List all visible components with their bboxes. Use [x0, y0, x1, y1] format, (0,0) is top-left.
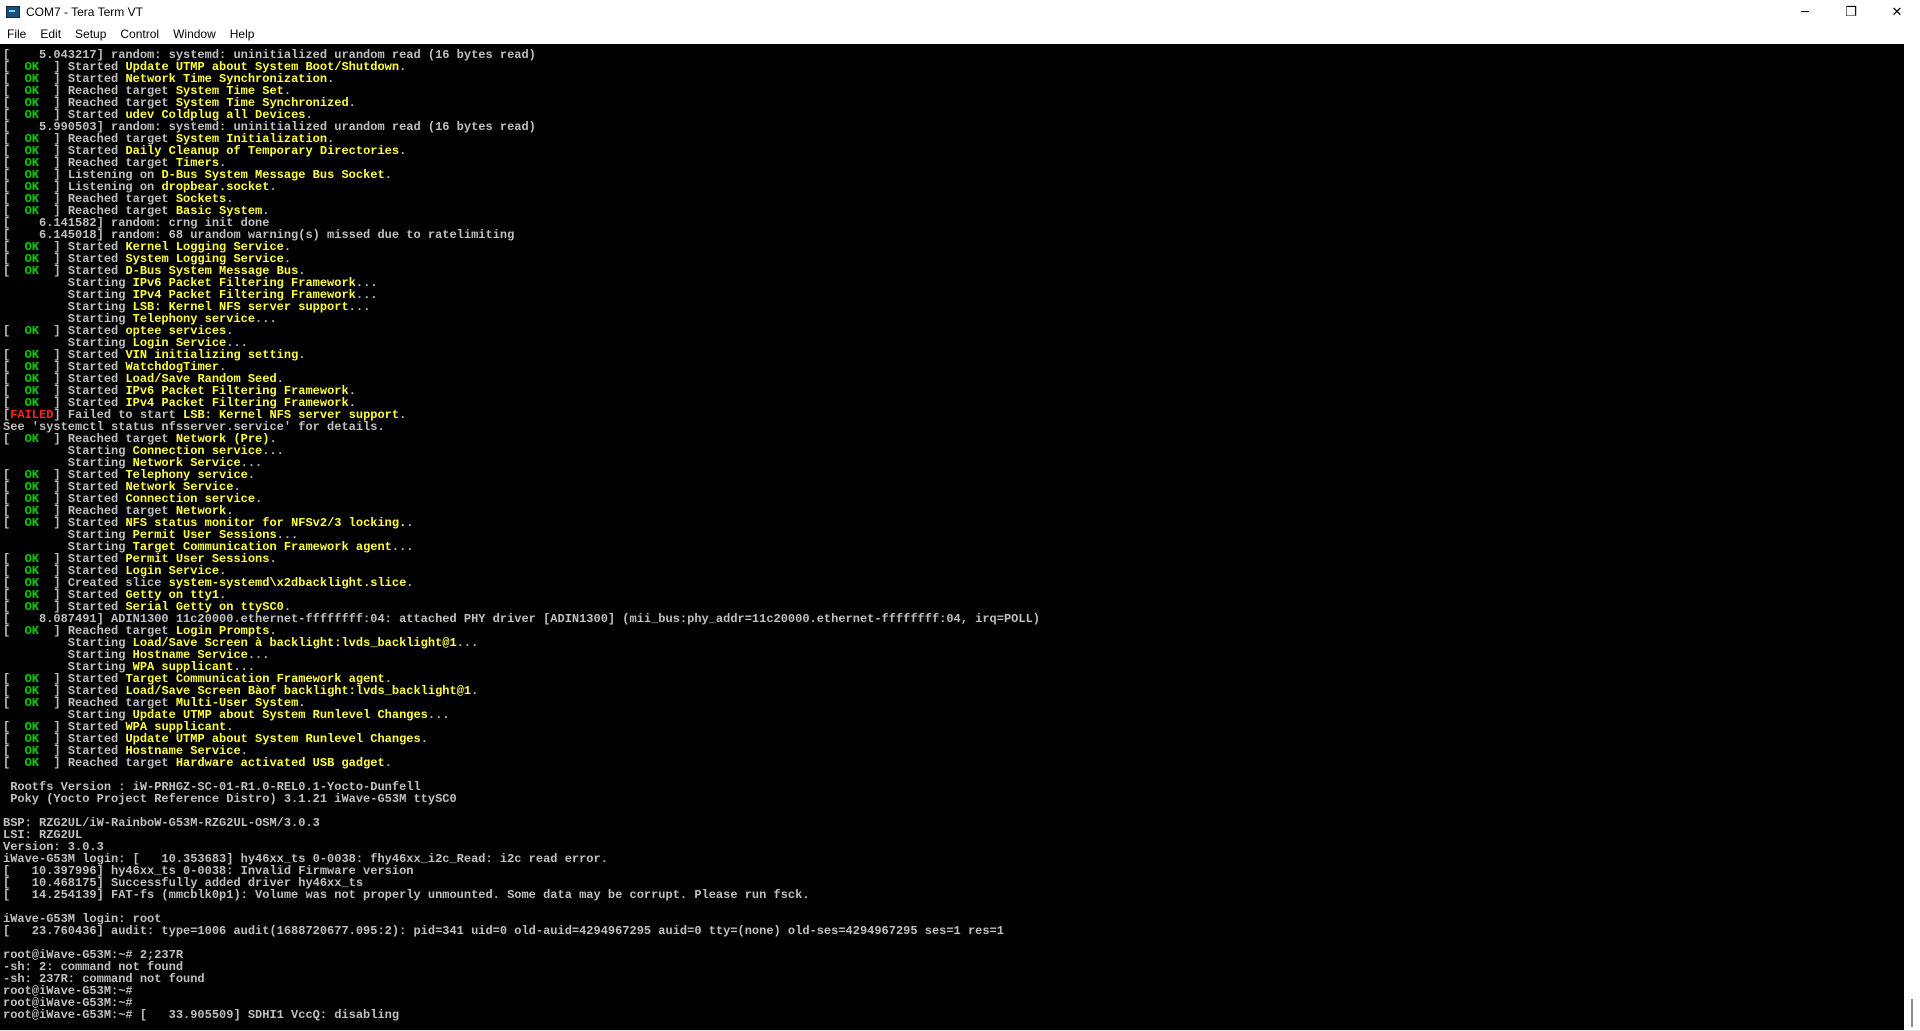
terminal-line: [ OK ] Started Connection service. — [3, 493, 1904, 505]
terminal-line: [ OK ] Reached target Network (Pre). — [3, 433, 1904, 445]
scrollbar-thumb[interactable] — [1911, 999, 1913, 1027]
terminal-line: LSI: RZG2UL — [3, 829, 1904, 841]
line-suffix: . — [247, 468, 256, 482]
maximize-button[interactable]: ❐ — [1828, 0, 1874, 24]
line-suffix: ... — [348, 300, 371, 314]
terminal-line: [ OK ] Listening on dropbear.socket. — [3, 181, 1904, 193]
line-suffix: . — [255, 492, 263, 506]
window-title: COM7 - Tera Term VT — [26, 5, 143, 19]
line-suffix: . — [471, 684, 479, 698]
terminal-line: [ 14.254139] FAT-fs (mmcblk0p1): Volume … — [3, 889, 1904, 901]
terminal-line: [ OK ] Started VIN initializing setting. — [3, 349, 1904, 361]
line-suffix: ... — [255, 312, 277, 326]
console-text: [ 23.760436] audit: type=1006 audit(1688… — [3, 924, 1004, 938]
terminal-line: Starting Telephony service... — [3, 313, 1904, 325]
line-suffix: ... — [427, 708, 450, 722]
title-bar: COM7 - Tera Term VT ─ ❐ ✕ — [0, 0, 1920, 24]
terminal-line: Starting Connection service... — [3, 445, 1904, 457]
terminal-line: See 'systemctl status nfsserver.service'… — [3, 421, 1904, 433]
line-suffix: . — [406, 576, 414, 590]
terminal-text: [ 5.043217] random: systemd: uninitializ… — [0, 44, 1904, 1021]
terminal-line — [3, 901, 1904, 913]
line-suffix: . — [420, 732, 428, 746]
terminal-line: [ 8.087491] ADIN1300 11c20000.ethernet-f… — [3, 613, 1904, 625]
line-suffix: . — [384, 168, 392, 182]
terminal-line: [ OK ] Reached target Basic System. — [3, 205, 1904, 217]
terminal-line: [ OK ] Reached target Sockets. — [3, 193, 1904, 205]
line-suffix: . — [348, 96, 356, 110]
line-action: ] Reached target — [39, 756, 176, 770]
line-suffix: . — [269, 180, 277, 194]
terminal-line: [ OK ] Started Permit User Sessions. — [3, 553, 1904, 565]
close-button[interactable]: ✕ — [1874, 0, 1920, 24]
teraterm-app-icon — [6, 6, 20, 18]
line-suffix: . — [399, 60, 407, 74]
menu-window[interactable]: Window — [166, 24, 223, 44]
terminal-line — [3, 937, 1904, 949]
line-suffix: . — [399, 408, 407, 422]
line-suffix: . — [399, 144, 407, 158]
line-suffix: . — [269, 552, 277, 566]
terminal-line: Starting Hostname Service... — [3, 649, 1904, 661]
terminal-line: [ OK ] Listening on D-Bus System Message… — [3, 169, 1904, 181]
menu-setup[interactable]: Setup — [68, 24, 113, 44]
terminal-line: [ OK ] Started Daily Cleanup of Temporar… — [3, 145, 1904, 157]
menu-bar: File Edit Setup Control Window Help — [0, 24, 1920, 44]
terminal-line: [ 23.760436] audit: type=1006 audit(1688… — [3, 925, 1904, 937]
terminal-line: -sh: 237R: command not found — [3, 973, 1904, 985]
console-text: Poky (Yocto Project Reference Distro) 3.… — [3, 792, 457, 806]
terminal-line: [ OK ] Started Telephony service. — [3, 469, 1904, 481]
menu-help[interactable]: Help — [223, 24, 262, 44]
terminal-line: [ OK ] Created slice system-systemd\x2db… — [3, 577, 1904, 589]
terminal-line: Poky (Yocto Project Reference Distro) 3.… — [3, 793, 1904, 805]
line-suffix: . — [327, 72, 335, 86]
line-suffix: . — [406, 516, 414, 530]
terminal-line: [ OK ] Started optee services. — [3, 325, 1904, 337]
terminal-line: [ OK ] Started Network Service. — [3, 481, 1904, 493]
terminal-line: Starting Load/Save Screen à backlight:lv… — [3, 637, 1904, 649]
console-text: root@iWave-G53M:~# [ 33.905509] SDHI1 Vc… — [3, 1008, 400, 1022]
line-suffix: ... — [262, 444, 284, 458]
terminal-line: Starting Target Communication Framework … — [3, 541, 1904, 553]
vertical-scrollbar[interactable] — [1904, 44, 1920, 1031]
status-ok: OK — [24, 756, 40, 770]
menu-file[interactable]: File — [0, 24, 33, 44]
menu-control[interactable]: Control — [113, 24, 166, 44]
terminal-line: root@iWave-G53M:~# [ 33.905509] SDHI1 Vc… — [3, 1009, 1904, 1021]
terminal-line: BSP: RZG2UL/iW-RainboW-G53M-RZG2UL-OSM/3… — [3, 817, 1904, 829]
menu-edit[interactable]: Edit — [33, 24, 68, 44]
terminal-line: Starting LSB: Kernel NFS server support.… — [3, 301, 1904, 313]
terminal-line: Starting Network Service... — [3, 457, 1904, 469]
terminal-line: Starting Update UTMP about System Runlev… — [3, 709, 1904, 721]
terminal-line: -sh: 2: command not found — [3, 961, 1904, 973]
terminal-output[interactable]: [ 5.043217] random: systemd: uninitializ… — [0, 44, 1904, 1031]
line-suffix: ... — [456, 636, 479, 650]
terminal-line: root@iWave-G53M:~# 2;237R — [3, 949, 1904, 961]
unit-name: Hardware activated USB gadget — [175, 756, 385, 770]
line-suffix: . — [384, 756, 392, 770]
terminal-line: [ OK ] Started WatchdogTimer. — [3, 361, 1904, 373]
line-suffix: . — [298, 348, 306, 362]
console-text: [ 14.254139] FAT-fs (mmcblk0p1): Volume … — [3, 888, 810, 902]
minimize-button[interactable]: ─ — [1782, 0, 1828, 24]
window-controls: ─ ❐ ✕ — [1782, 0, 1920, 24]
terminal-line: [ OK ] Reached target Hardware activated… — [3, 757, 1904, 769]
line-suffix: ... — [391, 540, 414, 554]
terminal-line: root@iWave-G53M:~# — [3, 985, 1904, 997]
terminal-line: [ OK ] Started Update UTMP about System … — [3, 733, 1904, 745]
